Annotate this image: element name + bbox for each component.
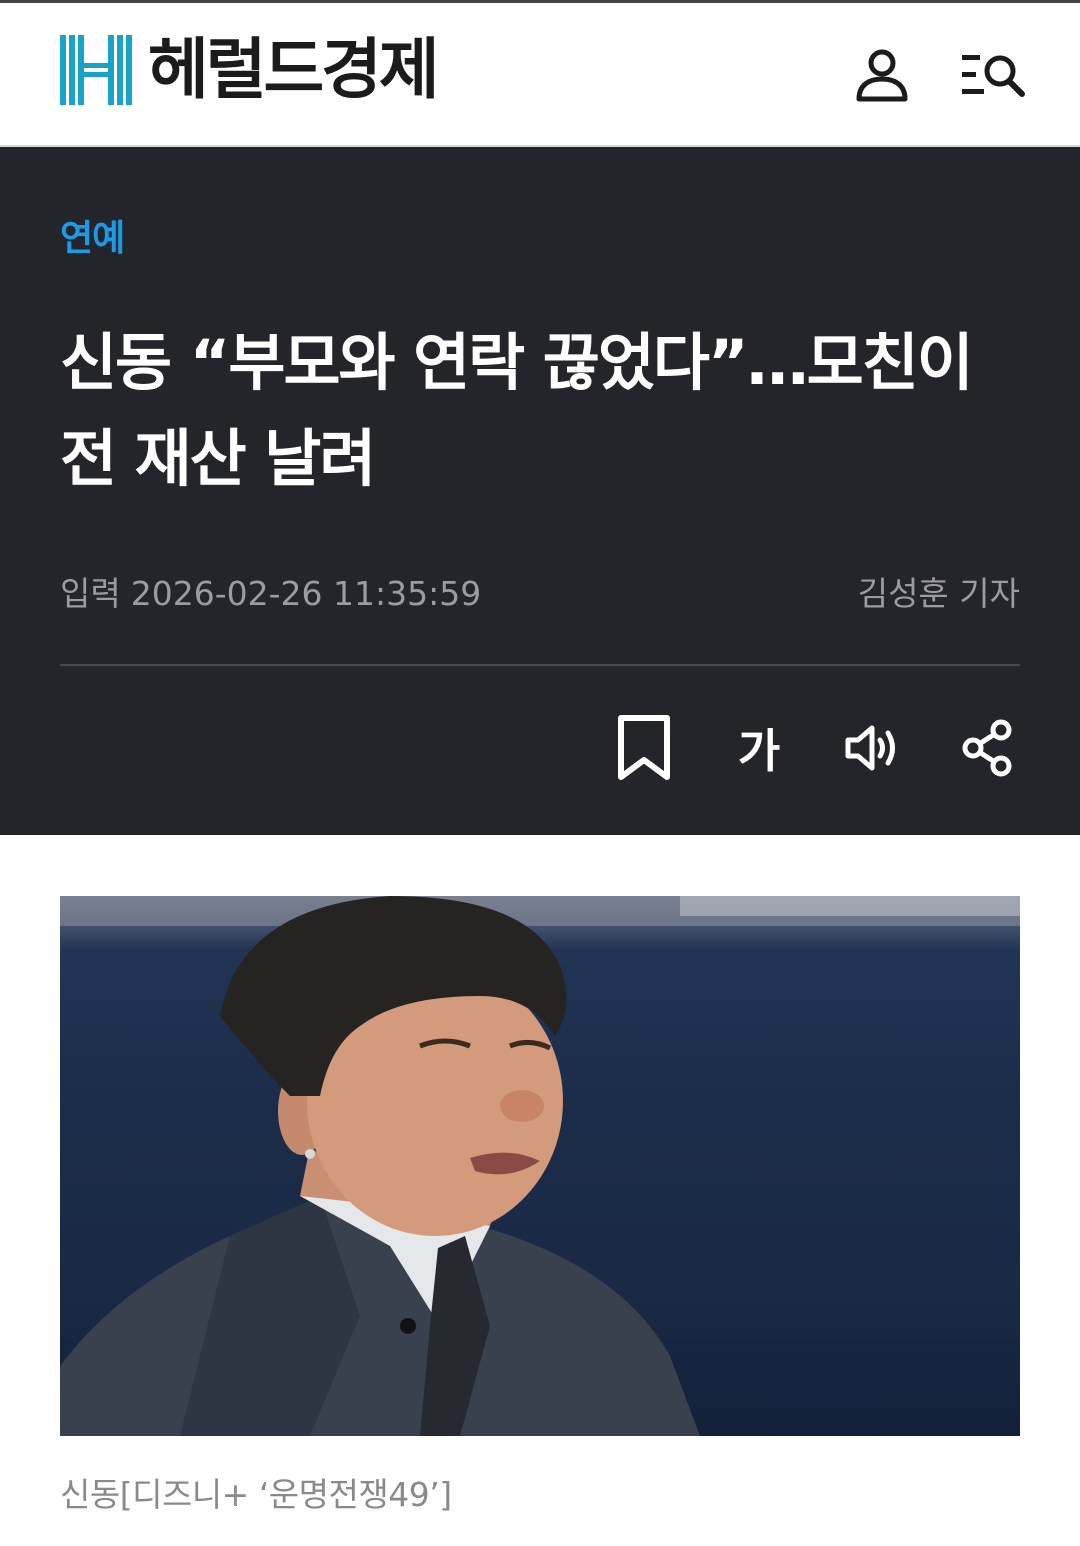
bookmark-button[interactable] xyxy=(608,712,680,784)
speaker-icon xyxy=(845,725,895,771)
bookmark-icon xyxy=(618,715,670,780)
meta-divider xyxy=(60,664,1020,666)
date-label: 입력 xyxy=(60,574,121,613)
article-photo[interactable] xyxy=(60,896,1020,1436)
author-name[interactable]: 김성훈 기자 xyxy=(858,567,1020,615)
user-button[interactable] xyxy=(846,43,918,107)
article-header: 연예 신동 “부모와 연락 끊었다”…모친이 전 재산 날려 입력 2026-02… xyxy=(0,147,1080,835)
category-label[interactable]: 연예 xyxy=(60,209,125,261)
photo-portrait-illustration xyxy=(60,896,1020,1436)
user-icon xyxy=(856,49,908,102)
search-menu-button[interactable] xyxy=(958,43,1030,107)
photo-caption: 신동[디즈니+ ‘운명전쟁49’] xyxy=(60,1475,452,1514)
heraldcorp-h-logo-icon xyxy=(60,35,132,105)
audio-button[interactable] xyxy=(838,712,910,784)
share-icon xyxy=(962,719,1012,777)
publish-date: 2026-02-26 11:35:59 xyxy=(130,574,482,613)
article-title: 신동 “부모와 연락 끊었다”…모친이 전 재산 날려 xyxy=(60,326,974,495)
article-meta: 입력 2026-02-26 11:35:59 김성훈 기자 xyxy=(60,567,1020,613)
site-logo[interactable]: 헤럴드경제 xyxy=(60,31,440,108)
search-menu-icon xyxy=(962,55,1025,97)
font-size-label: 가 xyxy=(737,724,781,778)
brand-name: 헤럴드경제 xyxy=(148,31,440,108)
share-button[interactable] xyxy=(951,712,1023,784)
site-header: 헤럴드경제 xyxy=(0,3,1080,145)
font-size-button[interactable]: 가 xyxy=(723,712,795,784)
